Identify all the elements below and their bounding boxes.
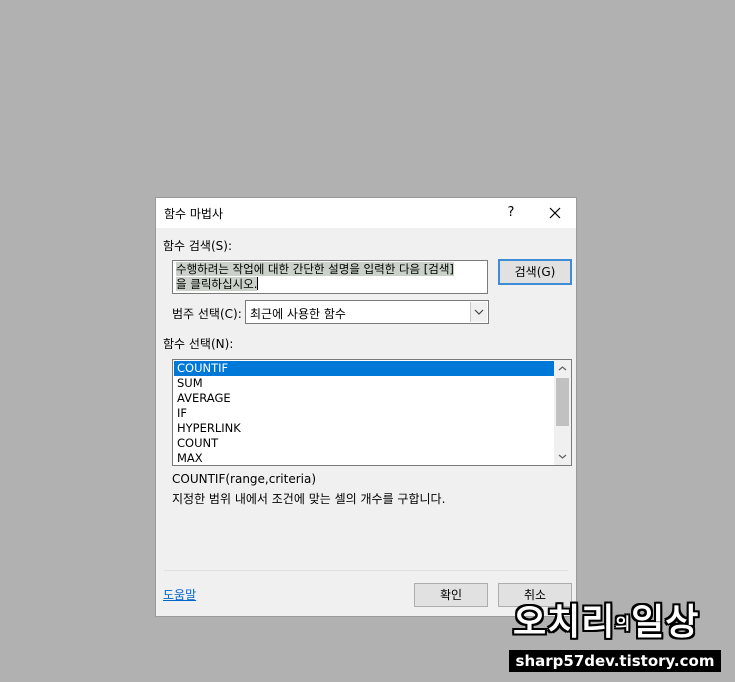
list-item[interactable]: HYPERLINK: [174, 421, 555, 436]
scroll-down-button[interactable]: [554, 448, 571, 465]
search-label: 함수 검색(S):: [163, 239, 232, 253]
scroll-thumb[interactable]: [556, 378, 569, 426]
list-item[interactable]: COUNTIF: [174, 361, 555, 376]
chevron-down-icon: [558, 454, 567, 459]
category-dropdown-button[interactable]: [470, 302, 487, 322]
chevron-down-icon: [474, 309, 484, 315]
watermark-title-b: 의: [615, 614, 632, 633]
list-item[interactable]: IF: [174, 406, 555, 421]
function-description: 지정한 범위 내에서 조건에 맞는 셀의 개수를 구합니다.: [172, 492, 446, 506]
footer-divider: [164, 570, 568, 571]
search-text-line2: 을 클릭하십시오.: [176, 277, 258, 291]
function-wizard-dialog: 함수 마법사 ? 함수 검색(S): 수행하려는 작업에 대한 간단한 설명을 …: [155, 197, 577, 617]
list-item[interactable]: COUNT: [174, 436, 555, 451]
text-caret: [257, 277, 259, 290]
function-list-label: 함수 선택(N):: [163, 337, 234, 351]
chevron-up-icon: [558, 366, 567, 371]
category-selected-value: 최근에 사용한 함수: [250, 307, 346, 321]
scroll-up-button[interactable]: [554, 360, 571, 377]
function-list[interactable]: COUNTIF SUM AVERAGE IF HYPERLINK COUNT M…: [172, 359, 572, 466]
watermark-title: 오치리의일상: [513, 601, 699, 646]
title-bar: 함수 마법사 ?: [156, 198, 576, 228]
search-button[interactable]: 검색(G): [498, 259, 572, 285]
blog-watermark: 오치리의일상 sharp57dev.tistory.com: [509, 601, 721, 675]
help-link[interactable]: 도움말: [163, 586, 196, 603]
function-signature: COUNTIF(range,criteria): [172, 472, 316, 486]
watermark-title-a: 오치리: [513, 602, 616, 643]
category-select[interactable]: 최근에 사용한 함수: [245, 300, 489, 324]
watermark-title-c: 일상: [631, 602, 700, 643]
list-item[interactable]: MAX: [174, 451, 555, 465]
list-item[interactable]: AVERAGE: [174, 391, 555, 406]
list-item[interactable]: SUM: [174, 376, 555, 391]
function-search-input[interactable]: 수행하려는 작업에 대한 간단한 설명을 입력한 다음 [검색] 을 클릭하십시…: [172, 260, 488, 294]
help-button[interactable]: ?: [500, 202, 522, 224]
dialog-title: 함수 마법사: [164, 207, 224, 221]
close-button[interactable]: [542, 202, 568, 224]
watermark-url: sharp57dev.tistory.com: [509, 650, 721, 672]
ok-button[interactable]: 확인: [414, 583, 488, 607]
function-list-scrollbar[interactable]: [554, 360, 571, 465]
category-label: 범주 선택(C):: [172, 307, 242, 321]
search-text-line1: 수행하려는 작업에 대한 간단한 설명을 입력한 다음 [검색]: [176, 262, 454, 276]
close-icon: [549, 207, 561, 219]
